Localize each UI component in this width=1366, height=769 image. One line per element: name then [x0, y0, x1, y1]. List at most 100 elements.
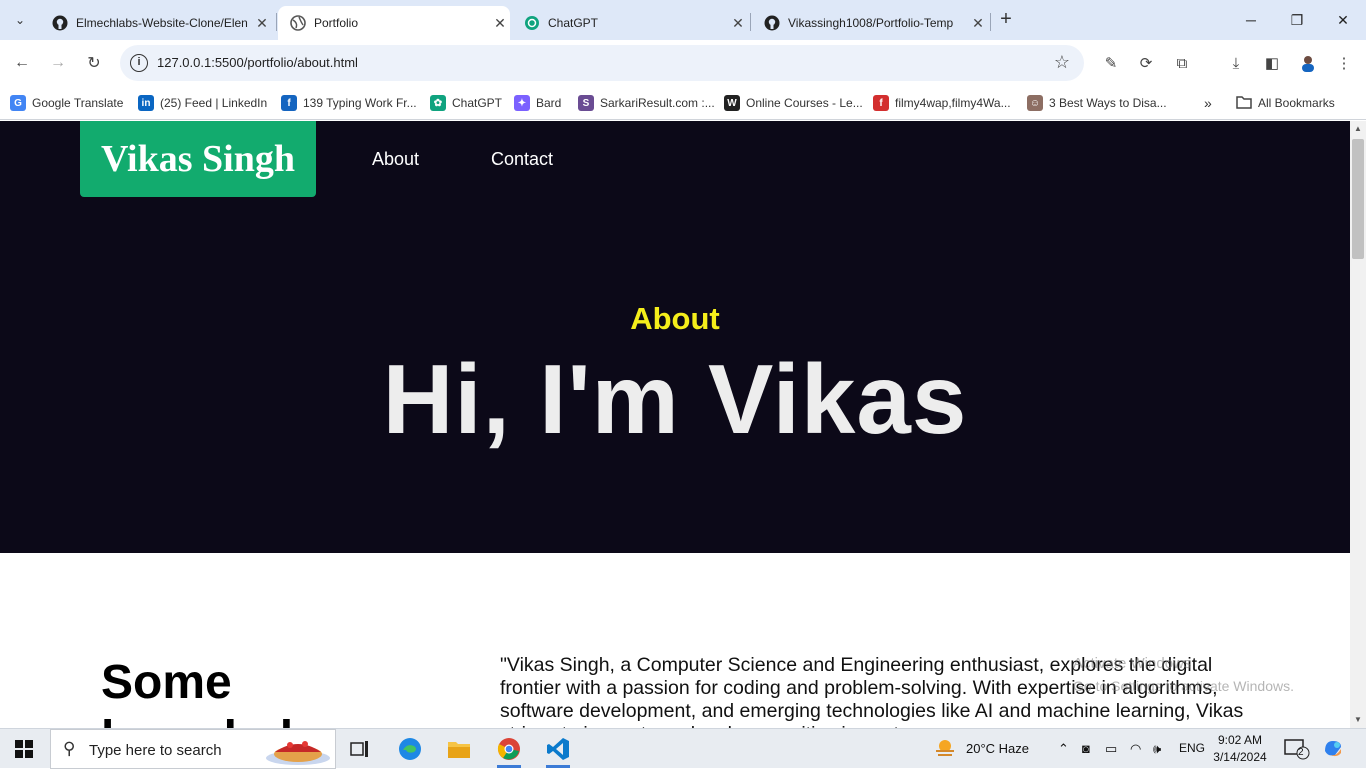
bookmark-item[interactable]: f filmy4wap,filmy4Wa... [873, 93, 1011, 113]
download-icon[interactable]: ⤓ [1225, 52, 1247, 74]
bookmark-label: (25) Feed | LinkedIn [160, 96, 268, 110]
tab-chatgpt[interactable]: ChatGPT ✕ [512, 6, 748, 40]
tab-portfolio[interactable]: Portfolio ✕ [278, 6, 510, 40]
windows-taskbar: ⚲ Type here to search 20°C Haze ⌃ ◙ ▭ ◠ … [0, 728, 1366, 769]
tab-title: Portfolio [314, 16, 359, 30]
vscode-icon[interactable] [538, 733, 578, 768]
wifi-icon[interactable]: ◠ [1130, 741, 1141, 757]
close-icon[interactable]: ✕ [968, 15, 988, 32]
pen-extension-icon[interactable]: ✎ [1100, 52, 1122, 74]
bookmark-item[interactable]: ☺ 3 Best Ways to Disa... [1027, 93, 1167, 113]
browser-toolbar: ← → ↻ i 127.0.0.1:5500/portfolio/about.h… [0, 40, 1366, 86]
bookmark-item[interactable]: G Google Translate [10, 93, 123, 113]
bookmark-item[interactable]: S SarkariResult.com :... [578, 93, 715, 113]
windows-start-icon[interactable] [0, 729, 48, 769]
more-bookmarks-chevron-icon[interactable]: » [1204, 93, 1212, 113]
bard-sparkle-icon: ✦ [514, 95, 530, 111]
url-text[interactable]: 127.0.0.1:5500/portfolio/about.html [157, 55, 358, 70]
bookmark-label: Google Translate [32, 96, 124, 110]
restore-icon[interactable]: ❐ [1274, 0, 1320, 40]
chatgpt-icon: ✿ [430, 95, 446, 111]
bookmark-star-icon[interactable]: ☆ [1054, 52, 1070, 73]
nav-link-contact[interactable]: Contact [491, 149, 553, 170]
all-bookmarks[interactable]: All Bookmarks [1236, 93, 1335, 113]
filmy-icon: f [873, 95, 889, 111]
hero-headline: Hi, I'm Vikas [382, 344, 968, 454]
close-icon[interactable]: ✕ [728, 15, 748, 32]
tab-separator [750, 13, 751, 31]
tab-vikassingh-portfolio-temp[interactable]: Vikassingh1008/Portfolio-Temp ✕ [752, 6, 988, 40]
search-icon: ⚲ [63, 739, 76, 758]
back-arrow-icon[interactable]: ← [8, 49, 36, 77]
file-explorer-icon[interactable] [439, 733, 479, 765]
forward-arrow-icon[interactable]: → [44, 49, 72, 77]
notification-center-icon[interactable] [1284, 738, 1310, 763]
search-placeholder: Type here to search [89, 742, 222, 759]
github-icon [764, 15, 780, 31]
chrome-icon[interactable] [489, 733, 529, 768]
profile-avatar[interactable] [1297, 52, 1319, 74]
close-icon[interactable]: ✕ [490, 15, 510, 32]
nav-link-about[interactable]: About [372, 149, 419, 170]
weather-icon[interactable] [934, 738, 956, 761]
bookmark-item[interactable]: in (25) Feed | LinkedIn [138, 93, 267, 113]
sync-extension-icon[interactable]: ⟳ [1135, 52, 1157, 74]
close-icon[interactable]: ✕ [252, 15, 272, 32]
edge-browser-icon[interactable] [390, 733, 430, 765]
taskbar-clock[interactable]: 9:02 AM 3/14/2024 [1210, 732, 1270, 766]
bookmark-label: ChatGPT [452, 96, 503, 110]
address-bar[interactable]: i 127.0.0.1:5500/portfolio/about.html ☆ [120, 45, 1084, 81]
kebab-menu-icon[interactable]: ⋮ [1333, 52, 1355, 74]
globe-icon [290, 15, 306, 31]
site-info-icon[interactable]: i [130, 54, 148, 72]
tab-separator [276, 13, 277, 31]
copilot-icon[interactable] [1322, 737, 1344, 762]
sarkari-result-icon: S [578, 95, 594, 111]
clock-date: 3/14/2024 [1213, 750, 1267, 764]
tab-elmechlabs[interactable]: Elmechlabs-Website-Clone/Elen ✕ [40, 6, 272, 40]
chatgpt-icon [524, 15, 540, 31]
bookmark-item[interactable]: W Online Courses - Le... [724, 93, 863, 113]
meet-now-icon[interactable]: ◙ [1082, 741, 1090, 756]
new-tab-plus-icon[interactable]: + [994, 8, 1018, 32]
weather-text[interactable]: 20°C Haze [966, 741, 1029, 756]
scroll-down-arrow-icon[interactable]: ▼ [1350, 712, 1366, 728]
battery-icon[interactable]: ▭ [1105, 741, 1117, 757]
bookmark-item[interactable]: ✿ ChatGPT [430, 93, 502, 113]
bookmark-label: SarkariResult.com :... [600, 96, 715, 110]
tab-search-chevron-icon[interactable]: ⌄ [6, 6, 34, 34]
vertical-scrollbar[interactable]: ▲ ▼ [1350, 121, 1366, 728]
section-title: Some knowledge [101, 656, 349, 728]
bookmark-item[interactable]: ✦ Bard [514, 93, 561, 113]
language-indicator[interactable]: ENG [1179, 741, 1205, 755]
side-panel-icon[interactable]: ◧ [1261, 52, 1283, 74]
wordpress-icon: W [724, 95, 740, 111]
scrollbar-thumb[interactable] [1352, 139, 1364, 259]
article-icon: ☺ [1027, 95, 1043, 111]
taskbar-search-box[interactable]: ⚲ Type here to search [50, 729, 336, 769]
scroll-up-arrow-icon[interactable]: ▲ [1350, 121, 1366, 137]
tab-title: ChatGPT [548, 16, 599, 30]
bookmark-label: 3 Best Ways to Disa... [1049, 96, 1167, 110]
extensions-puzzle-icon[interactable]: ⧉ [1171, 52, 1193, 74]
activate-windows-watermark: Activate Windows Go to Settings to activ… [1073, 652, 1294, 698]
minimize-icon[interactable]: ─ [1228, 0, 1274, 40]
tray-chevron-up-icon[interactable]: ⌃ [1058, 741, 1069, 757]
tab-separator [990, 13, 991, 31]
reload-icon[interactable]: ↻ [80, 49, 108, 77]
tab-title: Vikassingh1008/Portfolio-Temp [788, 16, 954, 30]
github-icon [52, 15, 68, 31]
task-view-icon[interactable] [340, 733, 380, 765]
window-close-icon[interactable]: ✕ [1320, 0, 1366, 40]
site-logo[interactable]: Vikas Singh [80, 121, 316, 197]
tab-title: Elmechlabs-Website-Clone/Elen [76, 16, 248, 30]
bookmark-label: 139 Typing Work Fr... [303, 96, 417, 110]
tab-strip: ⌄ Elmechlabs-Website-Clone/Elen ✕ Portfo… [0, 0, 1366, 40]
volume-icon[interactable]: 🕪 [1153, 741, 1161, 757]
clock-time: 9:02 AM [1217, 733, 1263, 747]
linkedin-icon: in [138, 95, 154, 111]
google-translate-icon: G [10, 95, 26, 111]
bookmarks-bar: G Google Translate in (25) Feed | Linked… [0, 86, 1366, 120]
hero-section: Vikas Singh About Contact About Hi, I'm … [0, 121, 1350, 553]
bookmark-item[interactable]: f 139 Typing Work Fr... [281, 93, 417, 113]
